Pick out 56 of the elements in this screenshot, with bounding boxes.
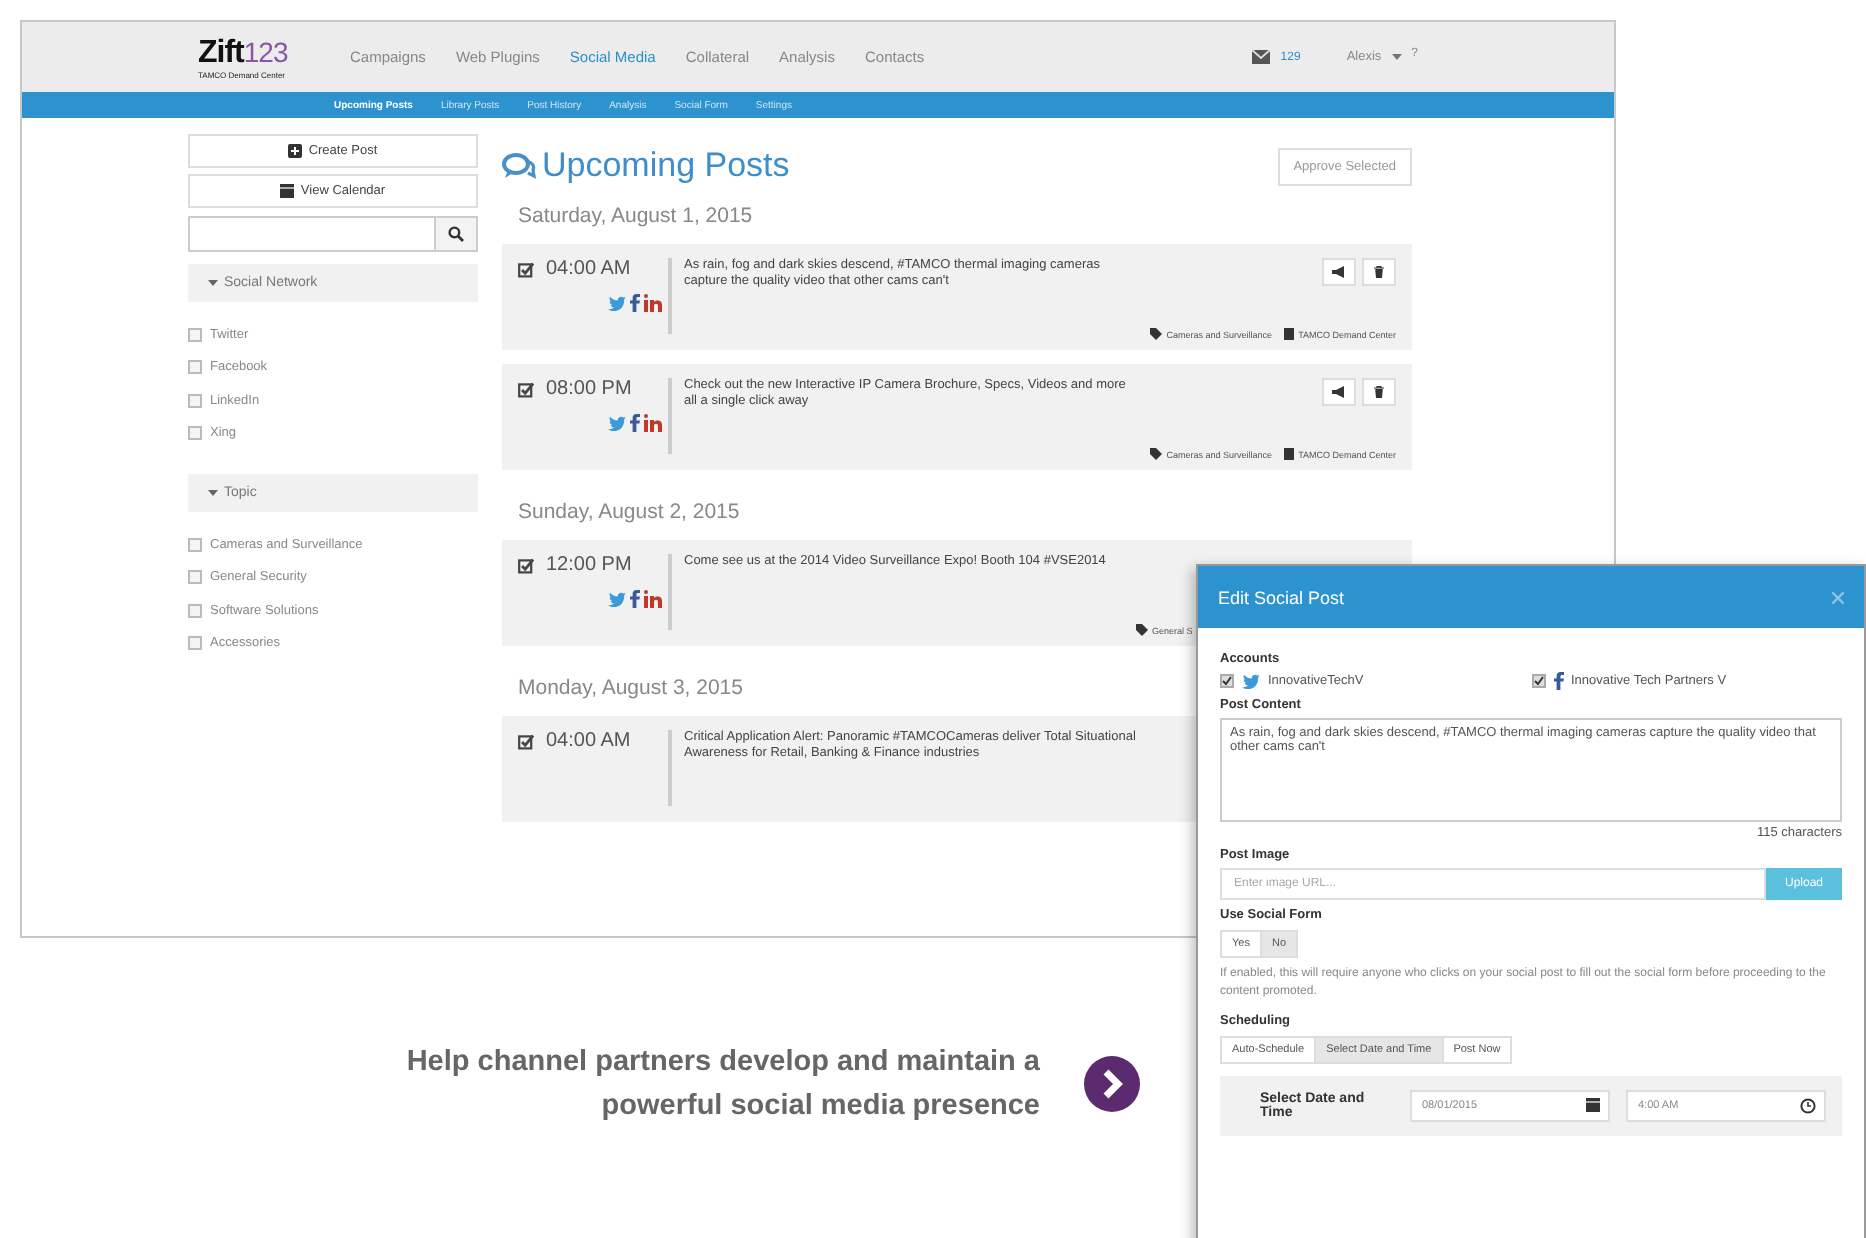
checked-box-icon[interactable] bbox=[518, 381, 534, 397]
checkbox[interactable] bbox=[188, 570, 202, 585]
promote-button[interactable] bbox=[1322, 378, 1356, 406]
logo: Zift123 bbox=[198, 35, 290, 69]
chevron-circle-icon bbox=[1084, 1056, 1140, 1112]
tag-icon bbox=[1136, 624, 1148, 636]
checkbox[interactable] bbox=[188, 426, 202, 441]
page-title: Upcoming Posts bbox=[502, 146, 790, 186]
linkedin-icon bbox=[644, 414, 662, 432]
checkbox[interactable] bbox=[188, 360, 202, 375]
tag-icon bbox=[1150, 448, 1163, 460]
post-time: 04:00 AM bbox=[546, 258, 631, 280]
date-heading: Sunday, August 2, 2015 bbox=[518, 500, 740, 524]
delete-button[interactable] bbox=[1362, 378, 1396, 406]
chat-bubbles-icon bbox=[502, 152, 536, 180]
building-icon bbox=[1284, 328, 1295, 340]
post-time: 08:00 PM bbox=[546, 378, 632, 400]
checked-box-icon[interactable] bbox=[518, 557, 534, 573]
date-heading: Saturday, August 1, 2015 bbox=[518, 204, 753, 228]
trash-icon bbox=[1374, 386, 1384, 398]
checkbox[interactable] bbox=[188, 603, 202, 618]
facebook-icon bbox=[1553, 672, 1563, 690]
trash-icon bbox=[1374, 266, 1384, 278]
megaphone-icon bbox=[1332, 386, 1346, 398]
checkbox[interactable] bbox=[188, 327, 202, 342]
facebook-icon bbox=[630, 294, 640, 312]
checkbox[interactable] bbox=[188, 393, 202, 408]
caret-icon[interactable] bbox=[1391, 54, 1402, 60]
post-time: 12:00 PM bbox=[546, 554, 632, 576]
checked-box-icon[interactable] bbox=[518, 261, 534, 277]
megaphone-icon bbox=[1332, 266, 1346, 278]
linkedin-icon bbox=[644, 590, 662, 608]
date-heading: Monday, August 3, 2015 bbox=[518, 676, 743, 700]
facebook-icon bbox=[630, 414, 640, 432]
clock-icon[interactable] bbox=[1800, 1098, 1816, 1114]
calendar-icon bbox=[280, 184, 295, 198]
account-checkbox[interactable] bbox=[1531, 674, 1545, 688]
delete-button[interactable] bbox=[1362, 258, 1396, 286]
search-icon[interactable] bbox=[448, 226, 464, 242]
calendar-icon[interactable] bbox=[1586, 1098, 1600, 1112]
post-time: 04:00 AM bbox=[546, 730, 631, 752]
plus-square-icon bbox=[288, 144, 303, 158]
mail-icon[interactable] bbox=[1252, 50, 1271, 64]
promote-button[interactable] bbox=[1322, 258, 1356, 286]
checkbox[interactable] bbox=[188, 636, 202, 651]
dialog-title: Edit Social Post bbox=[1218, 587, 1345, 607]
facebook-icon bbox=[630, 590, 640, 608]
search-field[interactable] bbox=[188, 216, 478, 252]
linkedin-icon bbox=[644, 294, 662, 312]
account-checkbox[interactable] bbox=[1220, 674, 1234, 688]
checked-box-icon[interactable] bbox=[518, 733, 534, 749]
tag-icon bbox=[1150, 328, 1163, 340]
building-icon bbox=[1284, 448, 1295, 460]
caption-text: Help channel partners develop and maintain a powerful social media presence bbox=[404, 1044, 1040, 1126]
checkbox[interactable] bbox=[188, 537, 202, 552]
twitter-bird-icon bbox=[1242, 673, 1260, 689]
